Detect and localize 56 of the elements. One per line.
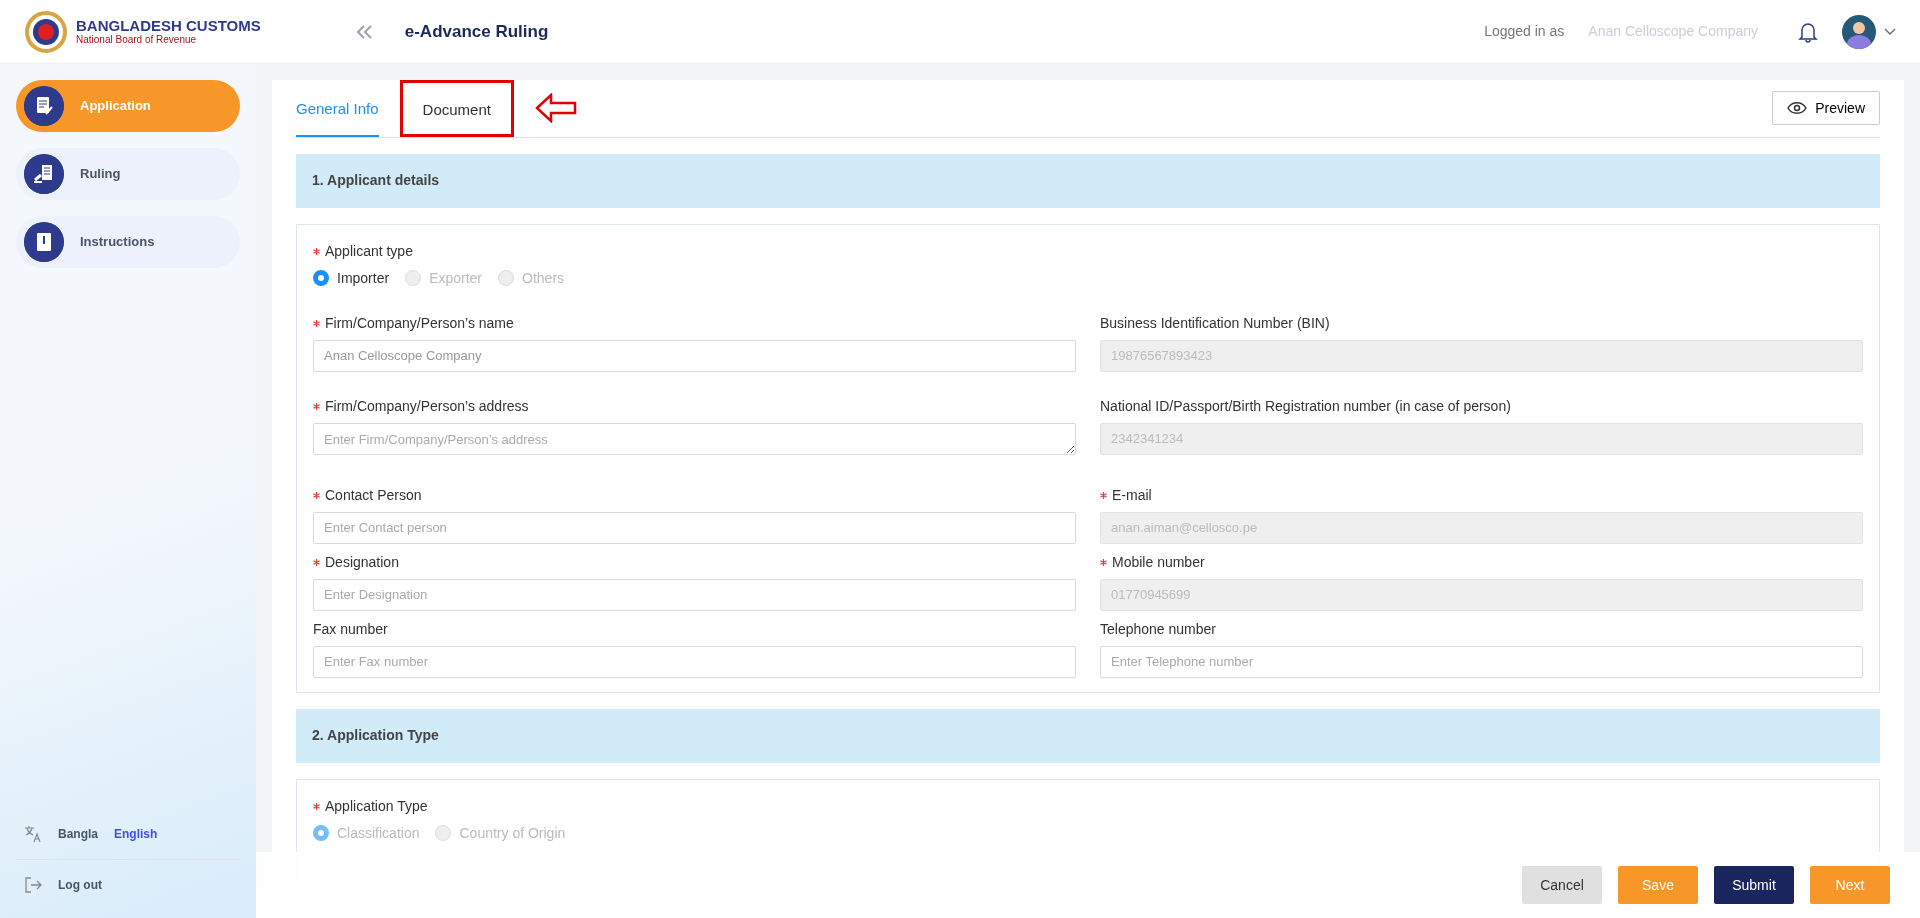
input-field[interactable]: Enter Fax number	[313, 645, 1076, 678]
input-field[interactable]: Enter Telephone number	[1100, 645, 1863, 678]
logout-link[interactable]: Log out	[58, 876, 102, 894]
footer-button[interactable]: Next	[1810, 866, 1890, 904]
language-option[interactable]: English	[114, 825, 158, 843]
sidebar-item[interactable]: Instructions	[16, 216, 240, 268]
section-header: 2. Application Type	[296, 708, 1880, 763]
collapse-icon[interactable]	[356, 25, 373, 40]
radio-label: Importer	[337, 268, 390, 288]
customs-emblem-logo	[24, 9, 68, 54]
field-label: Firm/Company/Person’s address	[325, 396, 529, 416]
tab[interactable]: General Info	[296, 80, 379, 137]
field-label: Business Identification Number (BIN)	[1100, 313, 1330, 333]
document-icon	[24, 86, 64, 126]
sidebar-item[interactable]: Ruling	[16, 148, 240, 200]
preview-button[interactable]: Preview	[1772, 91, 1880, 126]
notification-bell-icon[interactable]	[1798, 20, 1818, 43]
field-label: Contact Person	[325, 485, 422, 505]
page-title: e-Advance Ruling	[404, 20, 549, 43]
footer-button[interactable]: Save	[1618, 866, 1698, 904]
field-label: National ID/Passport/Birth Registration number (in case of person)	[1100, 396, 1511, 416]
input-field[interactable]: Enter Designation	[313, 578, 1076, 611]
field-label: Application Type	[325, 796, 428, 816]
radio-option[interactable]: Importer	[313, 267, 390, 289]
translate-icon	[24, 825, 42, 843]
brand-subtitle: National Board of Revenue	[76, 34, 198, 46]
tab[interactable]: Document	[402, 83, 511, 134]
input-field[interactable]: Anan Celloscope Company	[313, 339, 1076, 372]
eye-icon	[1787, 101, 1808, 116]
field-label: Applicant type	[325, 241, 413, 261]
language-option[interactable]: Bangla	[58, 825, 98, 843]
textarea-field[interactable]: Enter Firm/Company/Person’s address	[313, 422, 1076, 455]
gavel-icon	[24, 154, 64, 194]
footer-button[interactable]: Cancel	[1522, 866, 1602, 904]
radio-label: Exporter	[429, 268, 483, 288]
chevron-down-icon[interactable]	[1884, 27, 1896, 36]
section-header: 1. Applicant details	[296, 153, 1880, 208]
radio-label: Others	[522, 268, 565, 288]
field-label: Fax number	[313, 619, 388, 639]
radio-label: Country of Origin	[459, 823, 566, 843]
radio-button[interactable]	[313, 270, 329, 286]
field-label: E-mail	[1112, 485, 1152, 505]
brand-title: BANGLADESH CUSTOMS	[76, 17, 261, 35]
input-field[interactable]: Enter Contact person	[313, 511, 1076, 544]
logged-in-text: Logged in as	[1484, 22, 1565, 41]
logout-icon	[24, 876, 42, 894]
field-label: Mobile number	[1112, 552, 1205, 572]
arrow-left-icon	[534, 93, 577, 124]
field-label: Firm/Company/Person’s name	[325, 313, 514, 333]
footer-button[interactable]: Submit	[1714, 866, 1794, 904]
book-icon	[24, 222, 64, 262]
field-label: Designation	[325, 552, 399, 572]
field-label: Telephone number	[1100, 619, 1216, 639]
sidebar-item[interactable]: Application	[16, 80, 240, 132]
avatar-icon[interactable]	[1842, 14, 1876, 49]
radio-label: Classification	[337, 823, 420, 843]
